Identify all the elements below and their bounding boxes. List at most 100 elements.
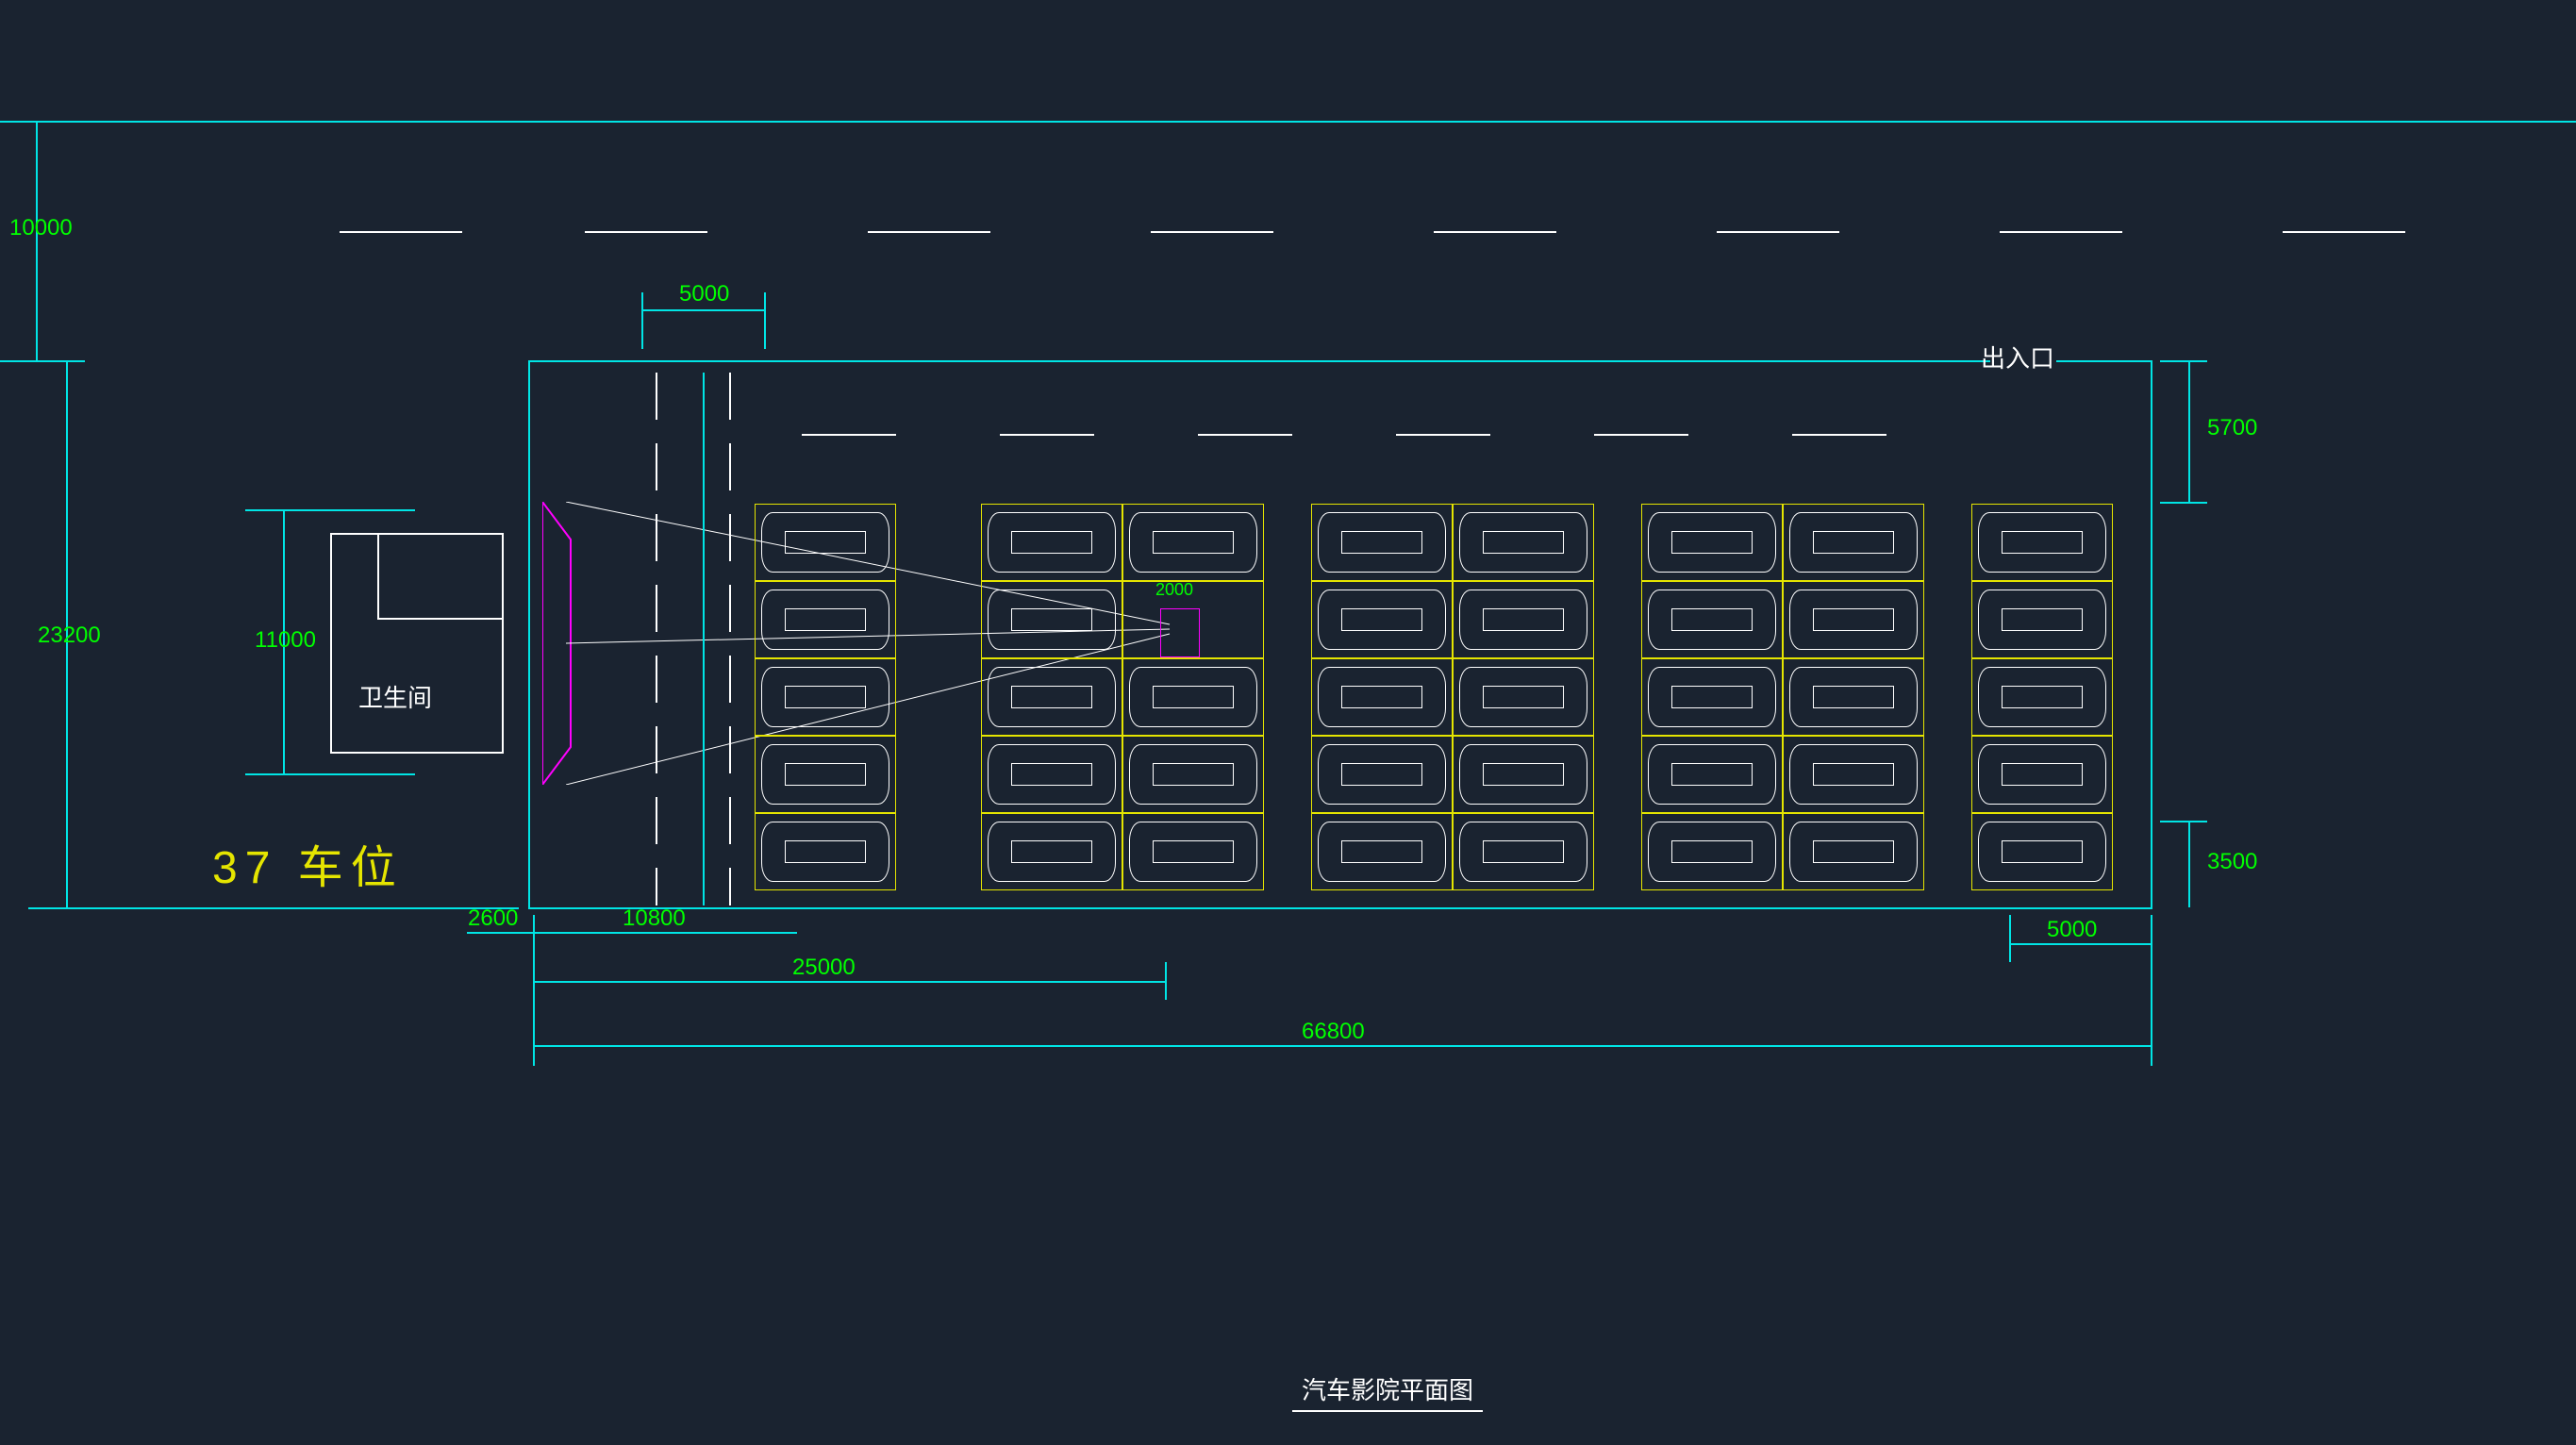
car-icon	[761, 667, 889, 727]
car-icon	[1978, 512, 2106, 573]
parking-slot	[755, 504, 896, 581]
car-icon	[1129, 667, 1257, 727]
site-top-right	[2056, 360, 2151, 362]
parking-slot	[1311, 581, 1453, 658]
parking-slot	[1641, 736, 1783, 813]
parking-slot	[1641, 504, 1783, 581]
car-icon	[1459, 822, 1587, 882]
dim-10800-line	[533, 932, 797, 934]
dim-23200: 23200	[38, 623, 101, 649]
car-icon	[1789, 822, 1918, 882]
dim-66800-line	[533, 1045, 2151, 1047]
car-icon	[1318, 512, 1446, 573]
car-icon	[1789, 667, 1918, 727]
car-icon	[1459, 667, 1587, 727]
dim-3500: 3500	[2207, 849, 2257, 875]
parking-slot	[1783, 736, 1924, 813]
car-icon	[1789, 590, 1918, 650]
restroom-label: 卫生间	[358, 679, 432, 714]
car-icon	[1978, 744, 2106, 805]
dim-ext	[2160, 502, 2207, 504]
car-icon	[988, 744, 1116, 805]
parking-slot	[1971, 581, 2113, 658]
car-icon	[1129, 822, 1257, 882]
dim-2600-line	[467, 932, 533, 934]
dim-tick	[533, 1000, 535, 1066]
car-icon	[1318, 667, 1446, 727]
dim-tick	[764, 292, 766, 349]
parking-slot	[981, 658, 1122, 736]
dim-5700: 5700	[2207, 415, 2257, 441]
car-icon	[1789, 512, 1918, 573]
parking-slot	[1971, 736, 2113, 813]
dim-10800: 10800	[623, 905, 686, 932]
dim-tick	[1165, 962, 1167, 1000]
parking-slot	[755, 581, 896, 658]
car-icon	[988, 822, 1116, 882]
parking-slot	[1971, 658, 2113, 736]
parking-slot	[1783, 658, 1924, 736]
entrance-label: 出入口	[1981, 340, 2054, 374]
dim-ext	[2160, 821, 2207, 822]
car-icon	[761, 822, 889, 882]
dim-5000-right: 5000	[2047, 917, 2097, 943]
dim-ext-11000b	[245, 773, 415, 775]
site-left	[528, 360, 530, 907]
parking-slot	[1453, 504, 1594, 581]
dim-tick	[641, 292, 643, 349]
parking-slot	[1122, 581, 1264, 658]
parking-slot	[1122, 658, 1264, 736]
car-icon	[1978, 667, 2106, 727]
parking-slot	[1453, 658, 1594, 736]
dim-25000-line	[533, 981, 1165, 983]
parking-slot	[1122, 813, 1264, 890]
car-icon	[1648, 744, 1776, 805]
car-icon	[761, 512, 889, 573]
parking-slot	[1783, 504, 1924, 581]
parking-count-label: 37 车位	[212, 830, 404, 896]
parking-slot	[981, 504, 1122, 581]
car-icon	[1648, 822, 1776, 882]
parking-slot	[981, 736, 1122, 813]
site-right	[2151, 360, 2152, 909]
dim-10000: 10000	[9, 215, 73, 241]
car-icon	[1648, 667, 1776, 727]
parking-slot	[755, 658, 896, 736]
parking-slot	[1453, 736, 1594, 813]
dim-11000: 11000	[255, 627, 316, 654]
dim-ext-23200	[28, 907, 519, 909]
dim-ext	[0, 360, 85, 362]
parking-slot	[1641, 658, 1783, 736]
car-icon	[1978, 590, 2106, 650]
dim-tick	[2009, 915, 2011, 962]
car-icon	[1789, 744, 1918, 805]
car-icon	[988, 590, 1116, 650]
dim-5700-line	[2188, 360, 2190, 502]
car-icon	[1459, 590, 1587, 650]
parking-slot	[1783, 581, 1924, 658]
parking-slot	[1311, 504, 1453, 581]
dim-5000-top: 5000	[679, 281, 729, 307]
car-icon	[988, 667, 1116, 727]
parking-slot	[1122, 504, 1264, 581]
dim-ext-11000t	[245, 509, 415, 511]
parking-slot	[1453, 813, 1594, 890]
dim-2600: 2600	[468, 905, 518, 932]
parking-slot	[1971, 504, 2113, 581]
car-icon	[1129, 744, 1257, 805]
dim-5000-line	[641, 309, 764, 311]
road-top-line	[0, 121, 2576, 123]
restroom-inner	[377, 533, 502, 620]
parking-slot	[1311, 813, 1453, 890]
car-icon	[1648, 512, 1776, 573]
car-icon	[1318, 590, 1446, 650]
inner-lane-solid	[703, 373, 705, 905]
parking-slot	[1453, 581, 1594, 658]
dim-ext	[2160, 360, 2207, 362]
car-icon	[1459, 744, 1587, 805]
parking-slot	[1783, 813, 1924, 890]
parking-slot	[981, 813, 1122, 890]
dim-25000: 25000	[792, 955, 856, 981]
parking-slot	[1122, 736, 1264, 813]
parking-slot	[1971, 813, 2113, 890]
